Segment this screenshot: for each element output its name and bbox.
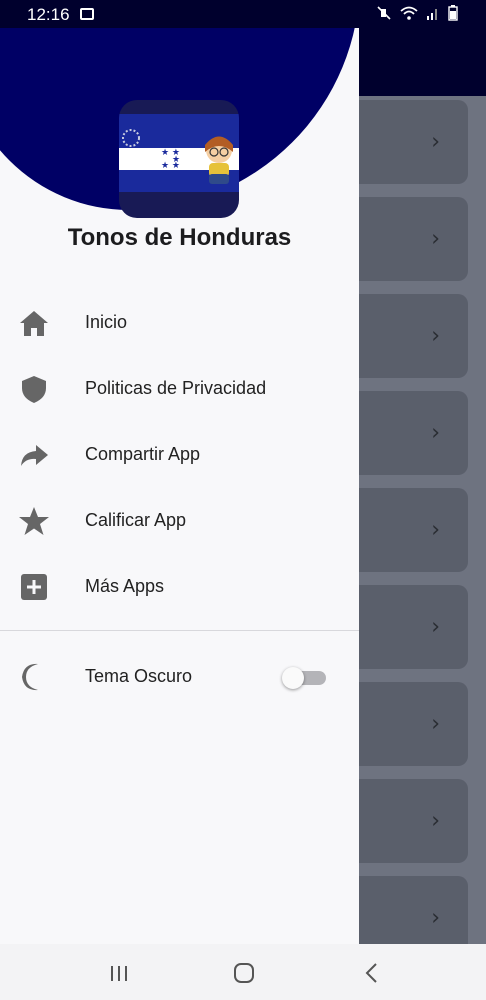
menu-item-label: Tema Oscuro xyxy=(85,666,193,686)
status-bar: 12:16 xyxy=(0,0,486,28)
navigation-drawer: ★ ★ ★ ★ ★ Tonos de Honduras Inicio Polit… xyxy=(0,0,359,944)
menu-item-share[interactable]: Compartir App xyxy=(0,427,359,483)
chevron-right-icon: › xyxy=(431,129,440,155)
menu-item-more-apps[interactable]: Más Apps xyxy=(0,559,359,615)
flag-emblem-icon: ★ ★ ★ ★ ★ xyxy=(122,129,233,184)
chevron-right-icon: › xyxy=(431,614,440,640)
system-nav-bar xyxy=(0,944,486,1000)
chevron-right-icon: › xyxy=(431,517,440,543)
battery-icon xyxy=(448,5,458,21)
star-icon xyxy=(19,507,49,535)
divider xyxy=(0,630,359,631)
menu-item-privacy[interactable]: Politicas de Privacidad xyxy=(0,361,359,417)
image-icon xyxy=(80,8,94,20)
status-time: 12:16 xyxy=(27,5,70,24)
menu-item-label: Calificar App xyxy=(85,510,187,530)
status-icons xyxy=(376,5,458,21)
toggle-thumb xyxy=(282,667,304,689)
home-icon xyxy=(20,311,48,336)
menu-item-label: Compartir App xyxy=(85,444,201,464)
chevron-right-icon: › xyxy=(431,808,440,834)
chevron-right-icon: › xyxy=(431,323,440,349)
home-button-icon[interactable] xyxy=(229,958,259,988)
recent-apps-icon[interactable] xyxy=(104,958,134,988)
back-icon[interactable] xyxy=(357,958,387,988)
plus-box-icon xyxy=(21,574,47,600)
menu-item-label: Inicio xyxy=(85,312,128,332)
moon-icon xyxy=(22,663,38,691)
menu-item-label: Politicas de Privacidad xyxy=(85,378,267,398)
shield-icon xyxy=(22,376,46,403)
menu-item-rate[interactable]: Calificar App xyxy=(0,493,359,549)
app-title: Tonos de Honduras xyxy=(67,224,292,251)
app-logo: ★ ★ ★ ★ ★ xyxy=(119,100,239,218)
menu-item-label: Más Apps xyxy=(85,576,165,596)
svg-text:★ ★: ★ ★ xyxy=(161,161,180,171)
mute-icon xyxy=(377,6,391,20)
signal-icon xyxy=(427,9,437,20)
dark-theme-toggle[interactable] xyxy=(282,667,326,689)
chevron-right-icon: › xyxy=(431,711,440,737)
wifi-icon xyxy=(400,6,418,20)
chevron-right-icon: › xyxy=(431,420,440,446)
menu-item-inicio[interactable]: Inicio xyxy=(0,295,359,351)
chevron-right-icon: › xyxy=(431,226,440,252)
chevron-right-icon: › xyxy=(431,905,440,931)
share-icon xyxy=(21,445,48,466)
